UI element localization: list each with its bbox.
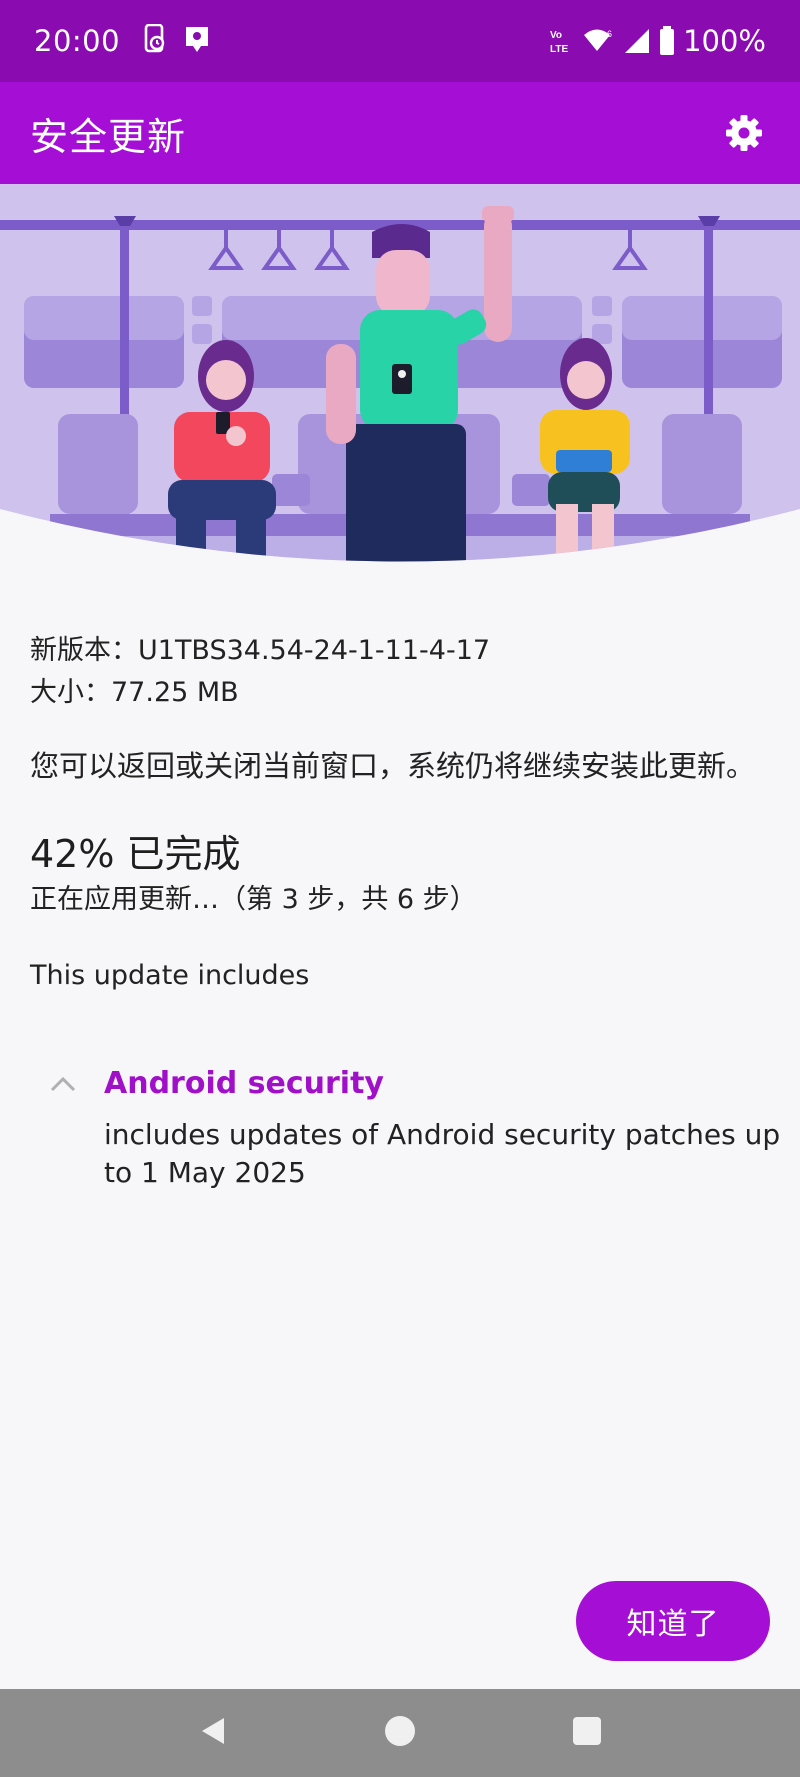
svg-text:6: 6 [607, 29, 612, 39]
screen-recorder-icon [142, 23, 168, 58]
svg-text:Vo: Vo [550, 30, 562, 41]
settings-button[interactable] [718, 107, 770, 159]
signal-icon [623, 27, 651, 55]
status-time: 20:00 [34, 24, 121, 58]
progress-step: 正在应用更新…（第 3 步，共 6 步） [30, 884, 477, 915]
svg-text:LTE: LTE [550, 44, 568, 55]
page-title: 安全更新 [30, 114, 187, 159]
battery-percent: 100% [683, 24, 766, 58]
hero-illustration [0, 184, 800, 604]
progress-percent: 42% 已完成 [30, 832, 241, 876]
back-icon[interactable] [196, 1714, 230, 1752]
volte-icon: Vo LTE [549, 26, 575, 56]
app-bar: 安全更新 [0, 82, 800, 184]
got-it-button[interactable]: 知道了 [576, 1581, 770, 1661]
navigation-bar [0, 1689, 800, 1777]
install-description: 您可以返回或关闭当前窗口，系统仍将继续安装此更新。 [30, 749, 756, 783]
notification-icons [142, 23, 212, 58]
gear-icon [726, 115, 762, 151]
section-body: includes updates of Android security pat… [104, 1118, 781, 1189]
section-title[interactable]: Android security [104, 1062, 384, 1106]
chevron-up-icon[interactable] [50, 1076, 76, 1096]
wifi-icon: 6 [583, 27, 615, 55]
includes-heading: This update includes [30, 960, 310, 991]
location-app-icon [182, 24, 212, 58]
status-indicators: Vo LTE 6 100% [549, 24, 766, 58]
status-bar: 20:00 Vo LTE 6 100% [0, 0, 800, 82]
battery-icon [659, 26, 675, 56]
home-icon[interactable] [383, 1714, 417, 1752]
size-text: 大小：77.25 MB [30, 677, 239, 708]
version-text: 新版本：U1TBS34.54-24-1-11-4-17 [30, 635, 491, 666]
recents-icon[interactable] [570, 1714, 604, 1752]
update-details: 新版本：U1TBS34.54-24-1-11-4-17 大小：77.25 MB … [30, 630, 770, 996]
